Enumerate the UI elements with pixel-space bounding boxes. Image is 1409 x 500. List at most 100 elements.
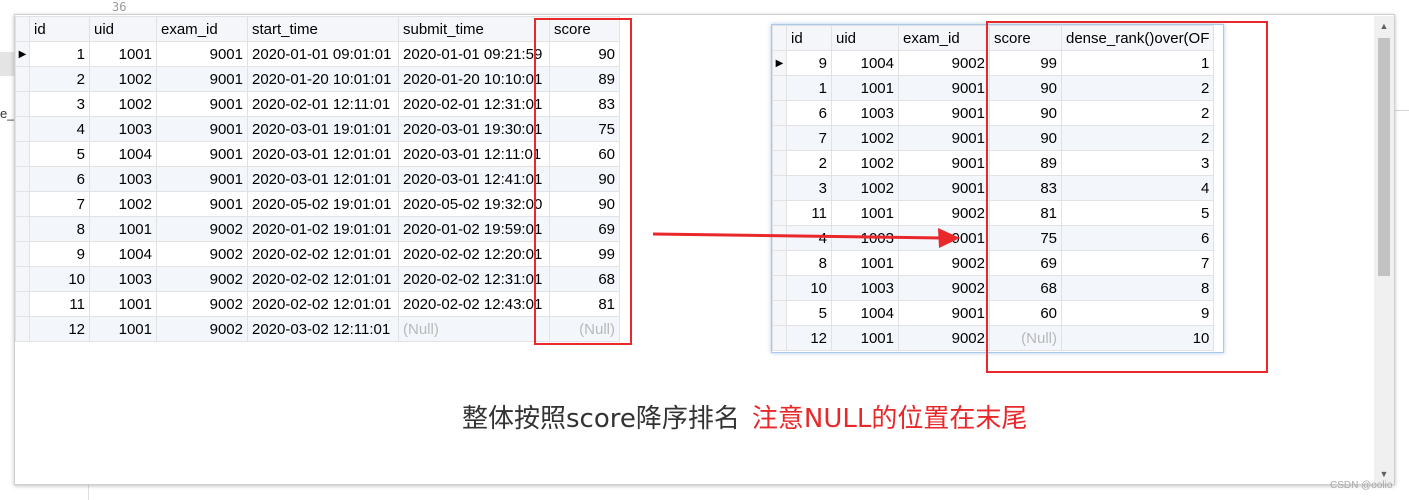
- left-column-header[interactable]: id: [29, 16, 90, 42]
- left-row-marker[interactable]: [15, 91, 30, 117]
- left-table-cell[interactable]: 11: [29, 291, 90, 317]
- left-table-row[interactable]: 12 1001 9002 2020-03-02 12:11:01 (Null) (Null…: [15, 316, 620, 342]
- left-table-cell[interactable]: 9001: [156, 91, 248, 117]
- left-table-cell[interactable]: 2020-03-01 12:01:01: [247, 166, 399, 192]
- left-table-cell[interactable]: 1003: [89, 266, 157, 292]
- right-table-cell[interactable]: 9002: [898, 250, 990, 276]
- right-table-cell[interactable]: 9001: [898, 175, 990, 201]
- left-table-cell[interactable]: 9001: [156, 166, 248, 192]
- left-row-marker[interactable]: [15, 316, 30, 342]
- right-table-cell[interactable]: 7: [786, 125, 832, 151]
- right-table-cell[interactable]: 9: [786, 50, 832, 76]
- left-row-marker[interactable]: [15, 116, 30, 142]
- left-table-cell[interactable]: 9002: [156, 316, 248, 342]
- left-table-row[interactable]: 8 1001 9002 2020-01-02 19:01:01 2020-01-02 1…: [15, 216, 620, 242]
- right-table-cell[interactable]: 1002: [831, 150, 899, 176]
- right-table-cell[interactable]: 1002: [831, 175, 899, 201]
- left-table-row[interactable]: 11 1001 9002 2020-02-02 12:01:01 2020-02-02 …: [15, 291, 620, 317]
- left-table-cell[interactable]: 2020-01-01 09:21:59: [398, 41, 550, 67]
- left-row-marker[interactable]: [15, 241, 30, 267]
- left-table-cell[interactable]: 1002: [89, 91, 157, 117]
- left-table-cell[interactable]: 10: [29, 266, 90, 292]
- vertical-scrollbar[interactable]: ▲ ▼: [1374, 16, 1394, 484]
- right-table-cell[interactable]: 1002: [831, 125, 899, 151]
- right-table-cell[interactable]: 9001: [898, 150, 990, 176]
- left-table-cell[interactable]: 2020-03-01 12:01:01: [247, 141, 399, 167]
- left-table-cell[interactable]: 2020-02-02 12:20:01: [398, 241, 550, 267]
- left-table-cell[interactable]: 12: [29, 316, 90, 342]
- left-table-cell[interactable]: 2020-05-02 19:01:01: [247, 191, 399, 217]
- left-table-row[interactable]: 5 1004 9001 2020-03-01 12:01:01 2020-03-01 1…: [15, 141, 620, 167]
- right-table-cell[interactable]: 1001: [831, 325, 899, 351]
- left-table-cell[interactable]: 5: [29, 141, 90, 167]
- left-table-cell[interactable]: 2020-02-02 12:31:01: [398, 266, 550, 292]
- right-row-marker[interactable]: [772, 300, 787, 326]
- left-table-cell[interactable]: 2020-01-20 10:01:01: [247, 66, 399, 92]
- left-table-cell[interactable]: 2020-02-02 12:01:01: [247, 291, 399, 317]
- right-table-cell[interactable]: 9001: [898, 300, 990, 326]
- left-table-cell[interactable]: 7: [29, 191, 90, 217]
- left-table-cell[interactable]: 2020-02-01 12:11:01: [247, 91, 399, 117]
- left-column-header[interactable]: submit_time: [398, 16, 550, 42]
- right-column-header[interactable]: exam_id: [898, 25, 990, 51]
- left-table-cell[interactable]: 9002: [156, 241, 248, 267]
- left-table-cell[interactable]: 1003: [89, 166, 157, 192]
- right-table-cell[interactable]: 9001: [898, 125, 990, 151]
- left-table-cell[interactable]: 1003: [89, 116, 157, 142]
- left-table-cell[interactable]: 9001: [156, 116, 248, 142]
- left-table-cell[interactable]: 1001: [89, 291, 157, 317]
- left-table-cell[interactable]: 2020-03-01 12:11:01: [398, 141, 550, 167]
- left-table-cell[interactable]: 9002: [156, 291, 248, 317]
- left-table-cell[interactable]: 4: [29, 116, 90, 142]
- left-table-row[interactable]: 6 1003 9001 2020-03-01 12:01:01 2020-03-01 1…: [15, 166, 620, 192]
- right-table-cell[interactable]: 6: [786, 100, 832, 126]
- left-table-cell[interactable]: 8: [29, 216, 90, 242]
- right-table-cell[interactable]: 8: [786, 250, 832, 276]
- right-column-header[interactable]: uid: [831, 25, 899, 51]
- right-row-marker[interactable]: [772, 100, 787, 126]
- left-table-row[interactable]: 4 1003 9001 2020-03-01 19:01:01 2020-03-01 1…: [15, 116, 620, 142]
- left-table-cell[interactable]: 9002: [156, 266, 248, 292]
- current-row-marker-icon[interactable]: ▶: [15, 41, 30, 67]
- left-table-cell[interactable]: 2020-02-02 12:43:01: [398, 291, 550, 317]
- left-table-cell[interactable]: 2020-01-01 09:01:01: [247, 41, 399, 67]
- left-table-cell[interactable]: 9001: [156, 191, 248, 217]
- right-table-cell[interactable]: 1001: [831, 75, 899, 101]
- left-row-marker[interactable]: [15, 216, 30, 242]
- left-table-cell[interactable]: 9001: [156, 66, 248, 92]
- left-table-cell[interactable]: 1001: [89, 316, 157, 342]
- left-table-row[interactable]: 3 1002 9001 2020-02-01 12:11:01 2020-02-01 1…: [15, 91, 620, 117]
- left-table-cell[interactable]: 1001: [89, 41, 157, 67]
- right-table-cell[interactable]: 1003: [831, 275, 899, 301]
- left-table-cell[interactable]: 1001: [89, 216, 157, 242]
- left-table-row[interactable]: 7 1002 9001 2020-05-02 19:01:01 2020-05-02 1…: [15, 191, 620, 217]
- left-table-cell[interactable]: (Null): [398, 316, 550, 342]
- left-row-marker[interactable]: [15, 66, 30, 92]
- left-table-cell[interactable]: 9001: [156, 141, 248, 167]
- left-table-cell[interactable]: 9: [29, 241, 90, 267]
- right-row-marker[interactable]: [772, 150, 787, 176]
- right-table-cell[interactable]: 1: [786, 75, 832, 101]
- right-table-cell[interactable]: 9002: [898, 325, 990, 351]
- left-table-row[interactable]: ▶ 1 1001 9001 2020-01-01 09:01:01 2020-01-01 …: [15, 41, 620, 67]
- right-table-cell[interactable]: 12: [786, 325, 832, 351]
- left-table-cell[interactable]: 2020-02-02 12:01:01: [247, 266, 399, 292]
- left-table-cell[interactable]: 6: [29, 166, 90, 192]
- left-table-cell[interactable]: 3: [29, 91, 90, 117]
- left-table-cell[interactable]: 2020-03-01 19:30:01: [398, 116, 550, 142]
- left-table-cell[interactable]: 2020-01-02 19:59:01: [398, 216, 550, 242]
- right-table-cell[interactable]: 9001: [898, 100, 990, 126]
- right-table-cell[interactable]: 1001: [831, 250, 899, 276]
- left-column-header[interactable]: exam_id: [156, 16, 248, 42]
- left-row-marker[interactable]: [15, 141, 30, 167]
- left-row-marker[interactable]: [15, 266, 30, 292]
- left-table-cell[interactable]: 2020-01-02 19:01:01: [247, 216, 399, 242]
- left-table-cell[interactable]: 2: [29, 66, 90, 92]
- left-table-cell[interactable]: 2020-02-01 12:31:01: [398, 91, 550, 117]
- left-row-marker[interactable]: [15, 166, 30, 192]
- left-table-row[interactable]: 2 1002 9001 2020-01-20 10:01:01 2020-01-20 1…: [15, 66, 620, 92]
- left-table-cell[interactable]: 1: [29, 41, 90, 67]
- right-table-cell[interactable]: 9002: [898, 275, 990, 301]
- right-table-cell[interactable]: 9001: [898, 75, 990, 101]
- left-table-cell[interactable]: 1002: [89, 191, 157, 217]
